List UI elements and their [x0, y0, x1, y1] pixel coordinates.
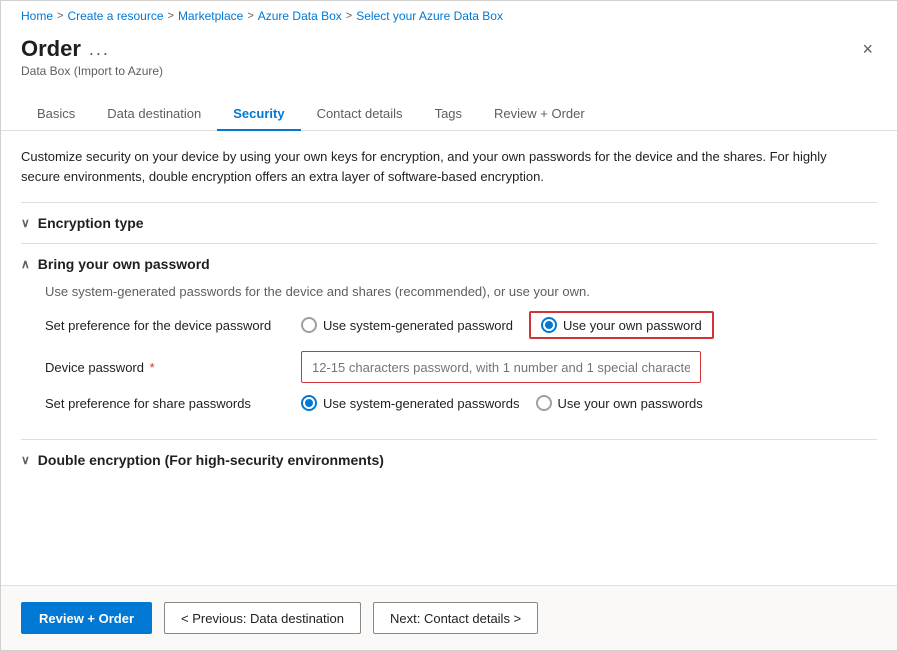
breadcrumb-select-data-box[interactable]: Select your Azure Data Box	[356, 9, 503, 23]
radio-system-generated-share-circle	[301, 395, 317, 411]
radio-own-password-device[interactable]: Use your own password	[529, 311, 714, 339]
share-password-preference-label: Set preference for share passwords	[45, 396, 285, 411]
page-subtitle: Data Box (Import to Azure)	[21, 64, 163, 78]
encryption-type-chevron: ∨	[21, 216, 30, 230]
close-button[interactable]: ×	[858, 36, 877, 62]
breadcrumb-home[interactable]: Home	[21, 9, 53, 23]
double-encryption-label: Double encryption (For high-security env…	[38, 452, 384, 468]
review-order-button[interactable]: Review + Order	[21, 602, 152, 634]
tab-data-destination[interactable]: Data destination	[91, 98, 217, 131]
breadcrumb-marketplace[interactable]: Marketplace	[178, 9, 243, 23]
bring-own-password-content: Use system-generated passwords for the d…	[21, 284, 877, 439]
encryption-type-label: Encryption type	[38, 215, 144, 231]
tab-review-order[interactable]: Review + Order	[478, 98, 601, 131]
next-button[interactable]: Next: Contact details >	[373, 602, 538, 634]
header-title-row: Order ...	[21, 36, 163, 62]
encryption-type-section: ∨ Encryption type	[21, 202, 877, 243]
bring-own-password-desc: Use system-generated passwords for the d…	[45, 284, 877, 299]
radio-system-generated-device[interactable]: Use system-generated password	[301, 317, 513, 333]
more-options-button[interactable]: ...	[89, 39, 110, 60]
page-footer: Review + Order < Previous: Data destinat…	[1, 585, 897, 650]
share-password-radio-group: Use system-generated passwords Use your …	[301, 395, 703, 411]
bring-own-password-section: ∧ Bring your own password Use system-gen…	[21, 243, 877, 439]
breadcrumb: Home > Create a resource > Marketplace >…	[1, 1, 897, 28]
page-description: Customize security on your device by usi…	[21, 147, 841, 186]
previous-button[interactable]: < Previous: Data destination	[164, 602, 361, 634]
main-window: Home > Create a resource > Marketplace >…	[0, 0, 898, 651]
breadcrumb-azure-data-box[interactable]: Azure Data Box	[258, 9, 342, 23]
radio-system-generated-share[interactable]: Use system-generated passwords	[301, 395, 520, 411]
tab-basics[interactable]: Basics	[21, 98, 91, 131]
device-password-preference-row: Set preference for the device password U…	[45, 311, 877, 339]
device-password-input-row: Device password *	[45, 351, 877, 383]
bring-own-password-label: Bring your own password	[38, 256, 210, 272]
radio-system-generated-share-label: Use system-generated passwords	[323, 396, 520, 411]
share-password-preference-row: Set preference for share passwords Use s…	[45, 395, 877, 411]
page-header: Order ... Data Box (Import to Azure) ×	[1, 28, 897, 78]
breadcrumb-create-resource[interactable]: Create a resource	[67, 9, 163, 23]
page-title: Order	[21, 36, 81, 62]
radio-own-password-device-circle	[541, 317, 557, 333]
radio-own-passwords-share[interactable]: Use your own passwords	[536, 395, 703, 411]
radio-own-password-device-label: Use your own password	[563, 318, 702, 333]
device-password-input[interactable]	[301, 351, 701, 383]
radio-own-passwords-share-label: Use your own passwords	[558, 396, 703, 411]
tab-security[interactable]: Security	[217, 98, 300, 131]
radio-system-generated-device-circle	[301, 317, 317, 333]
device-password-radio-group: Use system-generated password Use your o…	[301, 311, 714, 339]
double-encryption-chevron: ∨	[21, 453, 30, 467]
tab-tags[interactable]: Tags	[419, 98, 478, 131]
double-encryption-section: ∨ Double encryption (For high-security e…	[21, 439, 877, 480]
required-marker: *	[146, 360, 155, 375]
radio-system-generated-device-label: Use system-generated password	[323, 318, 513, 333]
encryption-type-header[interactable]: ∨ Encryption type	[21, 203, 877, 243]
bring-own-password-header[interactable]: ∧ Bring your own password	[21, 244, 877, 284]
header-left: Order ... Data Box (Import to Azure)	[21, 36, 163, 78]
tab-bar: Basics Data destination Security Contact…	[1, 86, 897, 131]
radio-own-passwords-share-circle	[536, 395, 552, 411]
bring-own-password-chevron: ∧	[21, 257, 30, 271]
device-password-input-label: Device password *	[45, 360, 285, 375]
device-password-preference-label: Set preference for the device password	[45, 318, 285, 333]
double-encryption-header[interactable]: ∨ Double encryption (For high-security e…	[21, 440, 877, 480]
tab-contact-details[interactable]: Contact details	[301, 98, 419, 131]
page-content: Customize security on your device by usi…	[1, 131, 897, 585]
